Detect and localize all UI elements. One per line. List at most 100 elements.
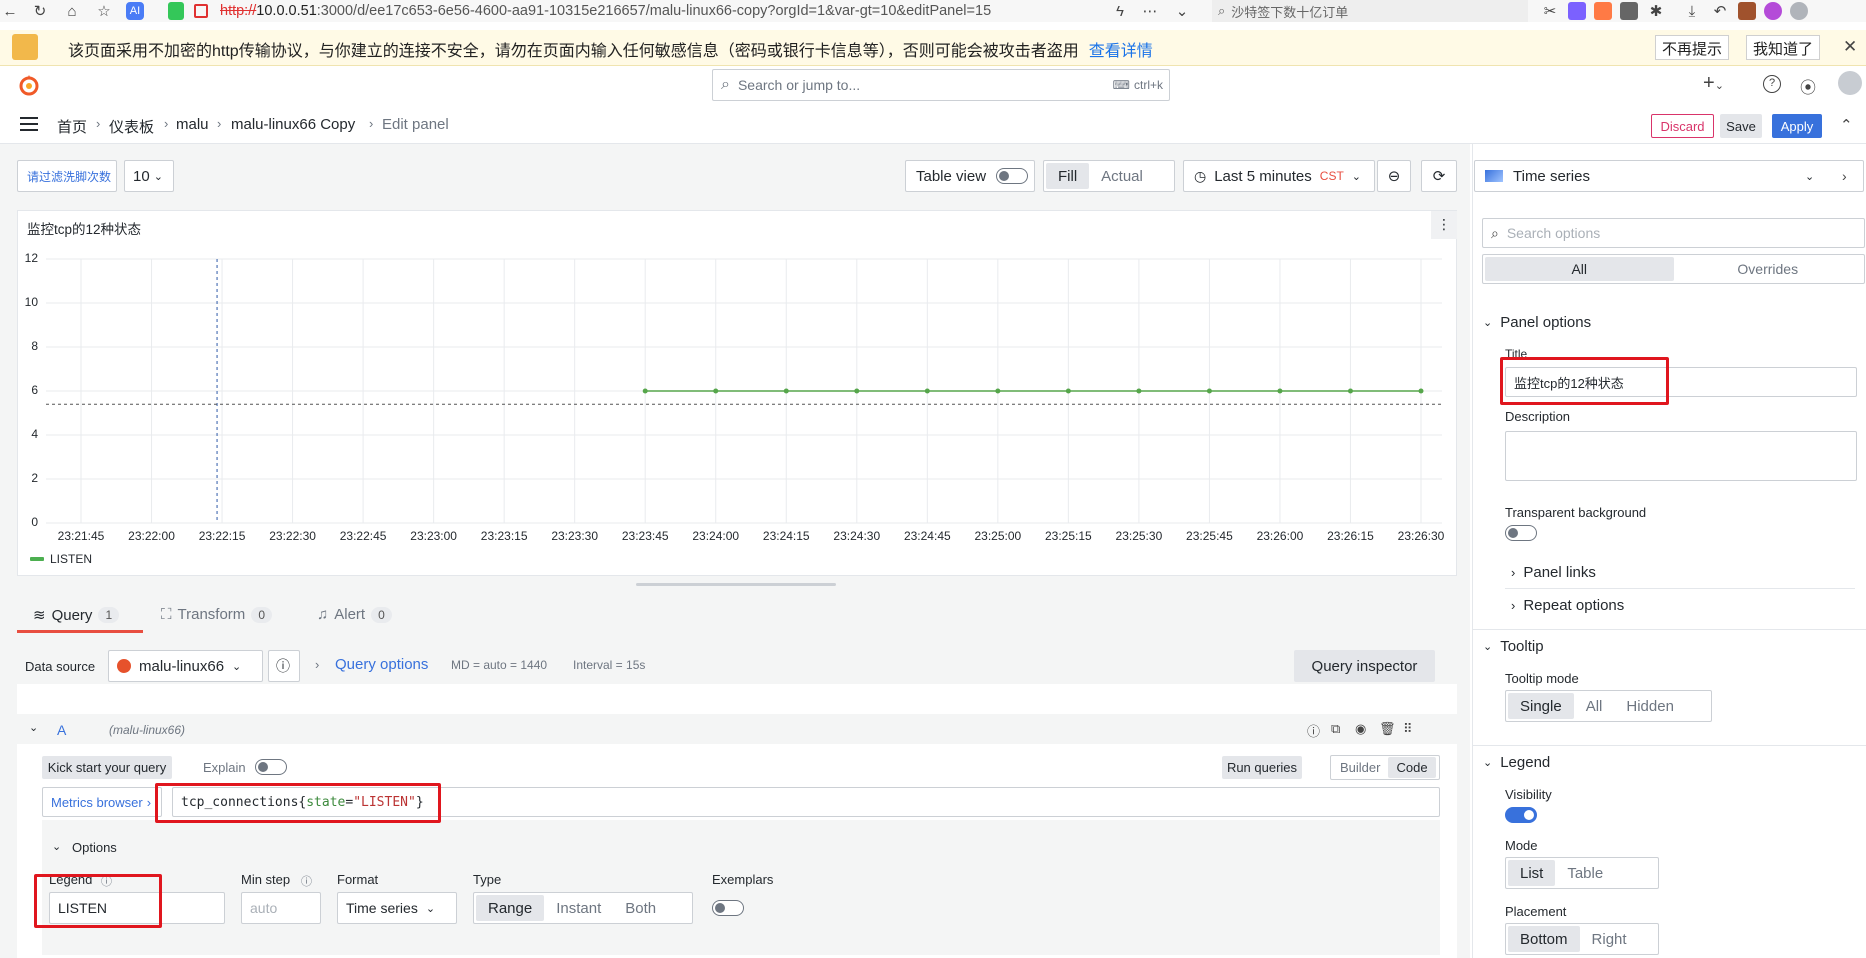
run-queries-button[interactable]: Run queries [1222, 756, 1302, 779]
menu-icon[interactable] [20, 117, 38, 131]
game-icon[interactable] [1594, 2, 1612, 20]
format-select[interactable]: Time series ⌄ [337, 892, 457, 924]
exemplars-toggle[interactable] [712, 900, 744, 916]
query-inspector-button[interactable]: Query inspector [1294, 650, 1435, 682]
screenshot-icon[interactable] [1620, 2, 1638, 20]
search-input[interactable]: ⌕ Search or jump to... ⌨ ctrl+k [712, 69, 1170, 101]
transparent-background-toggle[interactable] [1505, 525, 1537, 541]
ai-chat-icon[interactable] [1764, 2, 1782, 20]
breadcrumb-folder[interactable]: malu [176, 116, 209, 133]
all-option[interactable]: All [1485, 257, 1674, 281]
builder-code-toggle[interactable]: Builder Code [1330, 755, 1440, 780]
kick-start-button[interactable]: Kick start your query [42, 756, 172, 779]
description-textarea[interactable] [1505, 431, 1857, 481]
profile-icon[interactable] [1790, 2, 1808, 20]
panel-resize-handle[interactable] [636, 583, 836, 586]
table-view-switch[interactable] [996, 168, 1028, 184]
back-icon[interactable]: ← [0, 1, 20, 21]
avatar[interactable] [1838, 71, 1862, 95]
tooltip-section[interactable]: ⌄ Tooltip [1483, 638, 1544, 655]
all-overrides-toggle[interactable]: All Overrides [1482, 254, 1865, 284]
type-segment[interactable]: Range Instant Both [473, 892, 693, 924]
variable-select[interactable]: 10 ⌄ [124, 160, 174, 192]
panel-title-input[interactable]: 监控tcp的12种状态 [1505, 367, 1857, 397]
overrides-option[interactable]: Overrides [1674, 257, 1863, 281]
legend-section[interactable]: ⌄ Legend [1483, 754, 1550, 771]
placement-bottom-option[interactable]: Bottom [1508, 926, 1580, 952]
datasource-picker[interactable]: malu-linux66 ⌄ [108, 650, 263, 682]
code-option[interactable]: Code [1388, 757, 1436, 778]
breadcrumb-dashboards[interactable]: 仪表板 [109, 116, 154, 137]
builder-option[interactable]: Builder [1332, 757, 1388, 778]
drag-handle-icon[interactable]: ⠿ [1403, 721, 1413, 737]
fill-actual-segment[interactable]: Fill Actual [1043, 160, 1175, 192]
more-icon[interactable]: ⋯ [1140, 1, 1160, 21]
placement-right-option[interactable]: Right [1580, 926, 1639, 952]
options-toggle[interactable]: Options [72, 840, 117, 855]
legend-item-listen[interactable]: LISTEN [50, 552, 92, 566]
refresh-button[interactable]: ⟳ [1421, 160, 1457, 192]
got-it-button[interactable]: 我知道了 [1746, 35, 1821, 60]
shield-icon[interactable] [168, 2, 184, 20]
tooltip-all-option[interactable]: All [1574, 693, 1615, 719]
metrics-browser-button[interactable]: Metrics browser › [42, 787, 162, 817]
translate-icon[interactable] [1568, 2, 1586, 20]
puzzle-icon[interactable]: ✱ [1646, 1, 1666, 21]
undo-icon[interactable]: ↶ [1710, 1, 1730, 21]
tab-alert[interactable]: ♫ Alert 0 [317, 606, 392, 623]
save-button[interactable]: Save [1720, 114, 1762, 138]
lightning-icon[interactable]: ϟ [1110, 1, 1130, 21]
chevron-down-icon[interactable]: ⌄ [29, 721, 38, 734]
promql-expression-input[interactable]: tcp_connections{state = "LISTEN"} [172, 787, 1440, 817]
grafana-logo-icon[interactable] [17, 73, 41, 97]
table-view-toggle[interactable]: Table view [905, 160, 1035, 192]
panel-links-section[interactable]: › Panel links [1511, 564, 1596, 581]
briefcase-icon[interactable] [1738, 2, 1756, 20]
help-icon[interactable]: ⓘ [1307, 721, 1320, 740]
explain-toggle[interactable] [255, 759, 287, 775]
breadcrumb-dashboard[interactable]: malu-linux66 Copy [231, 116, 355, 133]
browser-search-box[interactable]: ⌕ 沙特签下数十亿订单 [1212, 0, 1528, 22]
chevron-down-icon[interactable]: ⌄ [52, 840, 61, 853]
tab-transform[interactable]: ⛶ Transform 0 [161, 606, 272, 623]
view-details-link[interactable]: 查看详情 [1089, 43, 1153, 60]
reload-icon[interactable]: ↻ [30, 1, 50, 21]
trash-icon[interactable]: 🗑 [1379, 721, 1396, 737]
panel-options-section[interactable]: ⌄ Panel options [1483, 314, 1591, 331]
legend-placement-segment[interactable]: Bottom Right [1505, 923, 1659, 955]
legend-visibility-toggle[interactable] [1505, 807, 1537, 823]
type-instant-option[interactable]: Instant [544, 895, 613, 921]
zoom-out-button[interactable]: ⊖ [1377, 160, 1411, 192]
home-icon[interactable]: ⌂ [62, 1, 82, 21]
cut-icon[interactable]: ✂ [1540, 1, 1560, 21]
mode-table-option[interactable]: Table [1555, 860, 1615, 886]
query-options-button[interactable]: Query options [335, 656, 428, 673]
time-range-picker[interactable]: ◷ Last 5 minutes CST ⌄ [1183, 160, 1375, 192]
add-new-button[interactable]: +⌄ [1703, 72, 1724, 95]
visualization-picker[interactable]: Time series ⌄ › [1474, 160, 1864, 192]
query-ref-id[interactable]: A [57, 722, 66, 738]
discard-button[interactable]: Discard [1651, 114, 1714, 138]
mode-list-option[interactable]: List [1508, 860, 1556, 886]
type-both-option[interactable]: Both [613, 895, 668, 921]
eye-icon[interactable]: ◉ [1355, 721, 1366, 737]
min-step-input[interactable]: auto [241, 892, 321, 924]
tooltip-single-option[interactable]: Single [1508, 693, 1574, 719]
datasource-help-button[interactable]: ⓘ [268, 650, 300, 682]
duplicate-icon[interactable]: ⧉ [1331, 721, 1340, 737]
actual-option[interactable]: Actual [1089, 163, 1155, 189]
tooltip-mode-segment[interactable]: Single All Hidden [1505, 690, 1712, 722]
address-bar[interactable]: http://10.0.0.51:3000/d/ee17c653-6e56-46… [220, 0, 991, 22]
favorites-icon[interactable]: ☆ [94, 1, 114, 21]
insecure-lock-icon[interactable] [194, 4, 208, 18]
help-icon[interactable]: ? [1763, 75, 1781, 93]
legend-mode-segment[interactable]: List Table [1505, 857, 1659, 889]
chevron-down-icon[interactable]: ⌄ [1172, 1, 1192, 21]
fill-option[interactable]: Fill [1046, 163, 1090, 189]
download-icon[interactable]: ⤓ [1682, 1, 1702, 21]
type-range-option[interactable]: Range [476, 895, 545, 921]
chevron-right-icon[interactable]: › [1842, 168, 1847, 184]
tab-query[interactable]: ≋ Query 1 [33, 606, 120, 624]
tooltip-hidden-option[interactable]: Hidden [1614, 693, 1686, 719]
dont-remind-button[interactable]: 不再提示 [1655, 35, 1730, 60]
